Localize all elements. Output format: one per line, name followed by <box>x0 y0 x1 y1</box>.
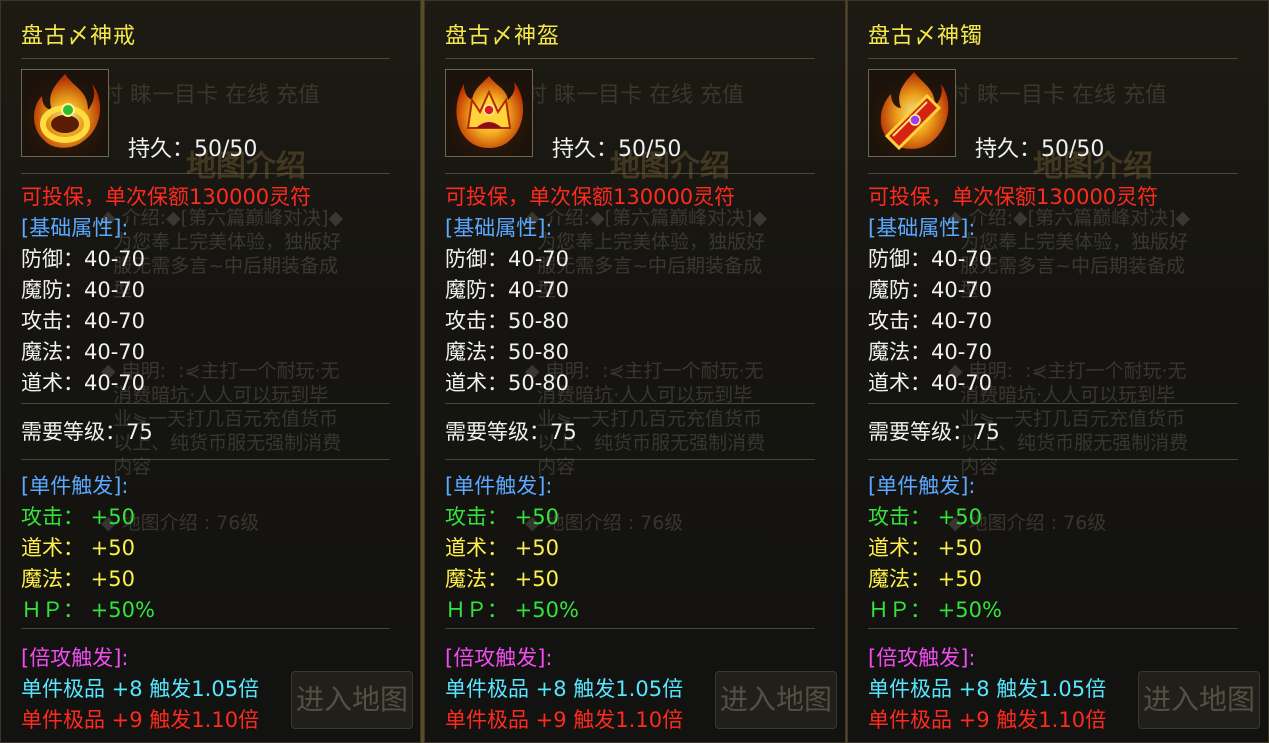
trigger-magic: 魔法： +50 <box>868 567 982 591</box>
insurance-text: 可投保，单次保额130000灵符 <box>21 185 312 209</box>
stat-tao: 道术：50-80 <box>445 371 570 395</box>
single-trigger-header: [单件触发]: <box>21 474 129 498</box>
trigger-attack: 攻击： +50 <box>445 505 559 529</box>
stat-tao: 道术：40-70 <box>21 371 146 395</box>
multiplier-header: [倍攻触发]: <box>868 646 976 670</box>
tooltip-panel-bracelet: 时 睐一目卡 在线 充值 地图介绍 ◆ 介绍:◆[第六篇巅峰对决]◆ 为您奉上完… <box>847 0 1269 743</box>
flaming-helmet-icon <box>445 69 533 157</box>
durability-text: 持久：50/50 <box>552 137 682 162</box>
trigger-hp: ＨＰ： +50% <box>21 598 155 622</box>
enter-map-button[interactable]: 进入地图 <box>1138 671 1260 729</box>
durability-text: 持久：50/50 <box>128 137 258 162</box>
divider <box>445 173 815 174</box>
level-requirement: 需要等级：75 <box>21 420 153 444</box>
base-attr-header: [基础属性]: <box>868 216 976 240</box>
item-name: 盘古〆神镯 <box>868 24 984 49</box>
multiplier-plus8: 单件极品 +8 触发1.05倍 <box>21 677 260 701</box>
flaming-ring-icon <box>21 69 109 157</box>
insurance-text: 可投保，单次保额130000灵符 <box>868 185 1159 209</box>
enter-map-button[interactable]: 进入地图 <box>291 671 413 729</box>
trigger-tao: 道术： +50 <box>868 536 982 560</box>
trigger-tao: 道术： +50 <box>445 536 559 560</box>
multiplier-plus8: 单件极品 +8 触发1.05倍 <box>445 677 684 701</box>
divider <box>868 173 1238 174</box>
divider <box>445 459 815 460</box>
bg-top-line: 时 睐一目卡 在线 充值 <box>948 83 1167 108</box>
divider <box>21 403 390 404</box>
item-name: 盘古〆神戒 <box>21 24 137 49</box>
single-trigger-header: [单件触发]: <box>868 474 976 498</box>
item-tooltips: 时 睐一目卡 在线 充值 地图介绍 ◆ 介绍:◆[第六篇巅峰对决]◆ 为您奉上完… <box>0 0 1269 743</box>
insurance-text: 可投保，单次保额130000灵符 <box>445 185 736 209</box>
multiplier-plus9: 单件极品 +9 触发1.10倍 <box>868 708 1107 732</box>
multiplier-plus9: 单件极品 +9 触发1.10倍 <box>21 708 260 732</box>
stat-defense: 防御：40-70 <box>21 247 146 271</box>
stat-defense: 防御：40-70 <box>868 247 993 271</box>
multiplier-plus8: 单件极品 +8 触发1.05倍 <box>868 677 1107 701</box>
bg-top-line: 时 睐一目卡 在线 充值 <box>525 83 744 108</box>
stat-magic-defense: 魔防：40-70 <box>868 278 993 302</box>
enter-map-button[interactable]: 进入地图 <box>715 671 837 729</box>
level-requirement: 需要等级：75 <box>445 420 577 444</box>
divider <box>868 628 1238 629</box>
stat-attack: 攻击：40-70 <box>21 309 146 333</box>
divider <box>21 173 390 174</box>
single-trigger-header: [单件触发]: <box>445 474 553 498</box>
divider <box>868 459 1238 460</box>
base-attr-header: [基础属性]: <box>445 216 553 240</box>
multiplier-header: [倍攻触发]: <box>21 646 129 670</box>
divider <box>21 459 390 460</box>
level-requirement: 需要等级：75 <box>868 420 1000 444</box>
tooltip-panel-helmet: 时 睐一目卡 在线 充值 地图介绍 ◆ 介绍:◆[第六篇巅峰对决]◆ 为您奉上完… <box>424 0 846 743</box>
stat-magic: 魔法：50-80 <box>445 340 570 364</box>
trigger-attack: 攻击： +50 <box>21 505 135 529</box>
trigger-magic: 魔法： +50 <box>21 567 135 591</box>
divider <box>445 403 815 404</box>
base-attr-header: [基础属性]: <box>21 216 129 240</box>
divider <box>868 403 1238 404</box>
bg-top-line: 时 睐一目卡 在线 充值 <box>101 83 320 108</box>
tooltip-panel-ring: 时 睐一目卡 在线 充值 地图介绍 ◆ 介绍:◆[第六篇巅峰对决]◆ 为您奉上完… <box>0 0 421 743</box>
trigger-hp: ＨＰ： +50% <box>445 598 579 622</box>
divider <box>445 628 815 629</box>
trigger-attack: 攻击： +50 <box>868 505 982 529</box>
stat-magic-defense: 魔防：40-70 <box>445 278 570 302</box>
item-name: 盘古〆神盔 <box>445 24 561 49</box>
stat-defense: 防御：40-70 <box>445 247 570 271</box>
stat-attack: 攻击：50-80 <box>445 309 570 333</box>
trigger-magic: 魔法： +50 <box>445 567 559 591</box>
divider <box>445 58 815 59</box>
divider <box>868 58 1238 59</box>
stat-attack: 攻击：40-70 <box>868 309 993 333</box>
stat-magic: 魔法：40-70 <box>868 340 993 364</box>
flaming-bracelet-icon <box>868 69 956 157</box>
durability-text: 持久：50/50 <box>975 137 1105 162</box>
multiplier-plus9: 单件极品 +9 触发1.10倍 <box>445 708 684 732</box>
multiplier-header: [倍攻触发]: <box>445 646 553 670</box>
divider <box>21 628 390 629</box>
trigger-hp: ＨＰ： +50% <box>868 598 1002 622</box>
divider <box>21 58 390 59</box>
trigger-tao: 道术： +50 <box>21 536 135 560</box>
stat-magic: 魔法：40-70 <box>21 340 146 364</box>
stat-magic-defense: 魔防：40-70 <box>21 278 146 302</box>
stat-tao: 道术：40-70 <box>868 371 993 395</box>
